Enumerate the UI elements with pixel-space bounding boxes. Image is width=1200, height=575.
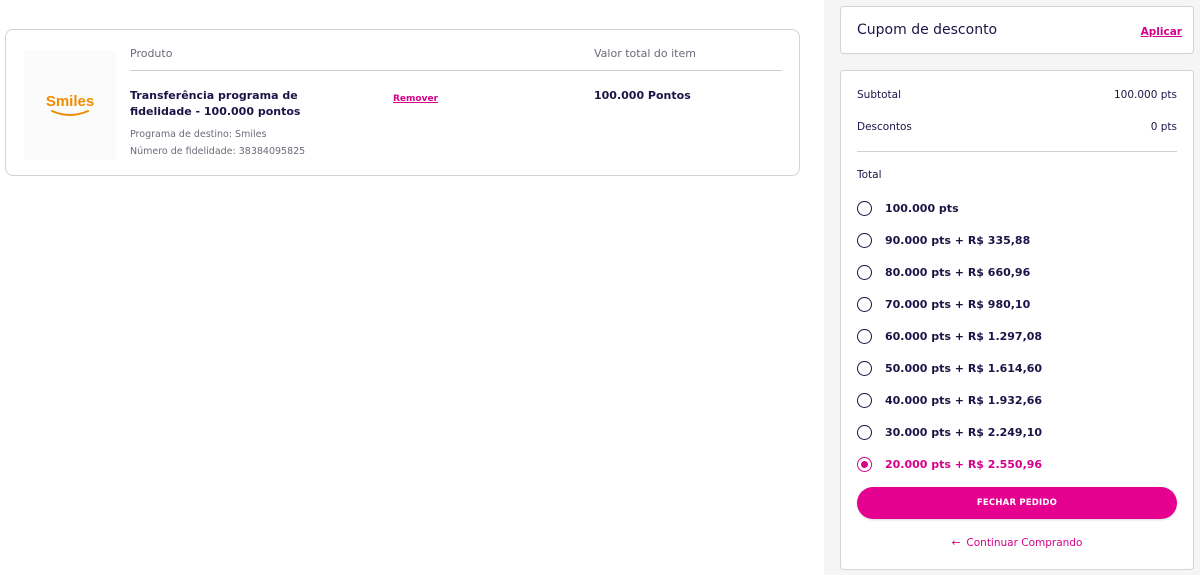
radio-button[interactable] — [857, 456, 872, 472]
column-header-product: Produto — [130, 47, 173, 60]
order-sidebar: Cupom de desconto Aplicar Subtotal 100.0… — [824, 0, 1200, 575]
radio-button[interactable] — [857, 264, 872, 280]
destination-program: Programa de destino: Smiles — [130, 129, 267, 140]
discount-row: Descontos 0 pts — [857, 121, 1177, 133]
payment-option-label: 40.000 pts + R$ 1.932,66 — [885, 393, 1043, 407]
payment-option[interactable]: 100.000 pts — [857, 199, 959, 217]
continue-shopping-label: Continuar Comprando — [966, 537, 1083, 549]
loyalty-number: Número de fidelidade: 38384095825 — [130, 146, 306, 157]
order-summary-card: Subtotal 100.000 pts Descontos 0 pts Tot… — [840, 70, 1194, 570]
radio-button[interactable] — [857, 360, 872, 376]
radio-button[interactable] — [857, 296, 872, 312]
payment-option-label: 60.000 pts + R$ 1.297,08 — [885, 329, 1043, 343]
arrow-left-icon: ← — [951, 537, 961, 549]
payment-option[interactable]: 70.000 pts + R$ 980,10 — [857, 295, 1030, 313]
discount-value: 0 pts — [1150, 121, 1177, 133]
payment-option[interactable]: 50.000 pts + R$ 1.614,60 — [857, 359, 1042, 377]
continue-shopping-link[interactable]: ← Continuar Comprando — [841, 537, 1193, 549]
total-label: Total — [857, 169, 882, 181]
coupon-card: Cupom de desconto Aplicar — [840, 6, 1194, 54]
payment-option[interactable]: 30.000 pts + R$ 2.249,10 — [857, 423, 1042, 441]
subtotal-row: Subtotal 100.000 pts — [857, 89, 1177, 101]
radio-button[interactable] — [857, 232, 872, 248]
radio-button[interactable] — [857, 392, 872, 408]
payment-option[interactable]: 60.000 pts + R$ 1.297,08 — [857, 327, 1042, 345]
summary-divider — [857, 151, 1177, 152]
payment-option-label: 100.000 pts — [885, 201, 959, 215]
subtotal-label: Subtotal — [857, 89, 901, 101]
product-name: Transferência programa de fidelidade - 1… — [130, 89, 301, 118]
discount-label: Descontos — [857, 121, 912, 133]
payment-option-label: 90.000 pts + R$ 335,88 — [885, 233, 1031, 247]
cart-item-card: Smiles Produto Valor total do item Trans… — [5, 29, 800, 176]
payment-option-label: 50.000 pts + R$ 1.614,60 — [885, 361, 1043, 375]
smiles-logo-icon: Smiles — [46, 93, 94, 116]
column-header-value: Valor total do item — [594, 47, 696, 60]
apply-coupon-link[interactable]: Aplicar — [1141, 26, 1182, 38]
payment-option-label: 80.000 pts + R$ 660,96 — [885, 265, 1031, 279]
payment-option[interactable]: 80.000 pts + R$ 660,96 — [857, 263, 1030, 281]
payment-option[interactable]: 20.000 pts + R$ 2.550,96 — [857, 455, 1042, 473]
smiles-logo: Smiles — [24, 50, 116, 160]
radio-button[interactable] — [857, 424, 872, 440]
coupon-title: Cupom de desconto — [857, 22, 998, 38]
svg-text:Smiles: Smiles — [46, 93, 94, 110]
payment-option-label: 30.000 pts + R$ 2.249,10 — [885, 425, 1043, 439]
checkout-button[interactable]: FECHAR PEDIDO — [857, 487, 1177, 519]
payment-option-label: 70.000 pts + R$ 980,10 — [885, 297, 1031, 311]
cart-area: Smiles Produto Valor total do item Trans… — [0, 0, 824, 575]
payment-option[interactable]: 90.000 pts + R$ 335,88 — [857, 231, 1030, 249]
payment-option[interactable]: 40.000 pts + R$ 1.932,66 — [857, 391, 1042, 409]
item-total-value: 100.000 Pontos — [594, 89, 691, 102]
radio-button[interactable] — [857, 200, 872, 216]
header-divider — [130, 70, 782, 71]
radio-button[interactable] — [857, 328, 872, 344]
remove-item-link[interactable]: Remover — [393, 94, 438, 104]
payment-option-label: 20.000 pts + R$ 2.550,96 — [885, 457, 1043, 471]
subtotal-value: 100.000 pts — [1113, 89, 1177, 101]
